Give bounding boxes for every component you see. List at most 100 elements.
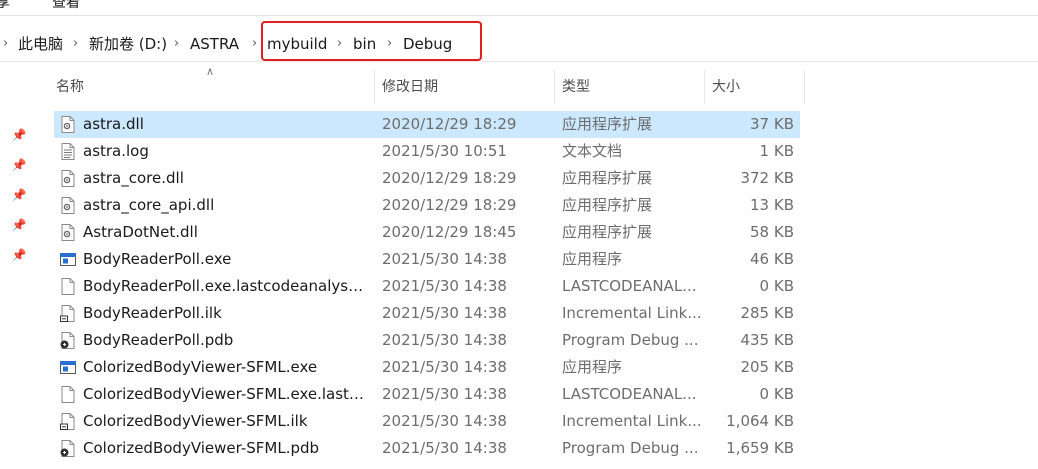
file-size: 1 KB: [759, 142, 794, 160]
dll-file-icon: [60, 116, 76, 133]
file-size: 205 KB: [740, 358, 794, 376]
file-name: ColorizedBodyViewer-SFML.exe: [83, 358, 318, 376]
file-name: BodyReaderPoll.exe.lastcodeanalysis...: [83, 277, 367, 295]
file-type: Program Debug ...: [562, 331, 699, 349]
file-modified: 2020/12/29 18:29: [382, 169, 517, 187]
file-row[interactable]: BodyReaderPoll.ilk 2021/5/30 14:38 Increme…: [54, 300, 800, 327]
pin-icon[interactable]: 📌: [10, 158, 28, 172]
blank-file-icon: [60, 386, 76, 403]
file-type: LASTCODEANAL...: [562, 385, 697, 403]
file-type: 文本文档: [562, 142, 623, 160]
file-name: BodyReaderPoll.pdb: [83, 331, 234, 349]
address-bar[interactable]: › 此电脑 › 新加卷 (D:) › ASTRA › mybuild › bin…: [0, 27, 1038, 62]
file-type: 应用程序: [562, 250, 623, 268]
file-size: 1,064 KB: [726, 412, 794, 430]
file-modified: 2021/5/30 14:38: [382, 385, 507, 403]
breadcrumb-debug[interactable]: Debug: [403, 27, 452, 61]
file-type: 应用程序扩展: [562, 223, 653, 241]
breadcrumb-drive-d[interactable]: 新加卷 (D:): [89, 27, 167, 61]
column-header-row: ∧ 名称 修改日期 类型 大小: [50, 66, 806, 104]
file-name: astra_core_api.dll: [83, 196, 215, 214]
file-modified: 2021/5/30 14:38: [382, 331, 507, 349]
breadcrumb-bin[interactable]: bin: [353, 27, 376, 61]
file-size: 0 KB: [759, 277, 794, 295]
column-divider[interactable]: [704, 70, 705, 104]
file-name: astra.dll: [83, 115, 144, 133]
ribbon-tab-share[interactable]: 享: [0, 0, 10, 12]
file-row[interactable]: BodyReaderPoll.exe 2021/5/30 14:38 应用程序 46 …: [54, 246, 800, 273]
chevron-right-icon[interactable]: ›: [252, 27, 257, 61]
file-size: 46 KB: [750, 250, 794, 268]
column-header-name[interactable]: 名称: [50, 70, 374, 104]
file-type: LASTCODEANAL...: [562, 277, 697, 295]
column-header-size[interactable]: 大小: [706, 70, 802, 104]
file-row[interactable]: ColorizedBodyViewer-SFML.ilk 2021/5/30 14…: [54, 408, 800, 435]
file-modified: 2021/5/30 14:38: [382, 277, 507, 295]
file-size: 285 KB: [740, 304, 794, 322]
file-row[interactable]: astra_core.dll 2020/12/29 18:29 应用程序扩展 372 …: [54, 165, 800, 192]
breadcrumb-mybuild[interactable]: mybuild: [267, 27, 327, 61]
file-name: ColorizedBodyViewer-SFML.exe.lastc...: [83, 385, 367, 403]
file-row[interactable]: astra.dll 2020/12/29 18:29 应用程序扩展 37 KB: [54, 111, 800, 138]
file-modified: 2020/12/29 18:29: [382, 196, 517, 214]
file-row[interactable]: AstraDotNet.dll 2020/12/29 18:45 应用程序扩展 58 …: [54, 219, 800, 246]
dll-file-icon: [60, 197, 76, 214]
ribbon-divider: [0, 15, 1038, 16]
pdb-file-icon: [60, 332, 76, 349]
file-size: 1,659 KB: [726, 439, 794, 457]
file-modified: 2021/5/30 14:38: [382, 250, 507, 268]
file-modified: 2021/5/30 14:38: [382, 358, 507, 376]
file-name: AstraDotNet.dll: [83, 223, 198, 241]
file-row[interactable]: BodyReaderPoll.exe.lastcodeanalysis... 20…: [54, 273, 800, 300]
file-type: Incremental Link...: [562, 412, 702, 430]
pin-icon[interactable]: 📌: [10, 248, 28, 262]
pin-icon[interactable]: 📌: [10, 188, 28, 202]
ribbon-tab-view[interactable]: 查看: [52, 0, 80, 12]
file-name: BodyReaderPoll.exe: [83, 250, 232, 268]
chevron-right-icon[interactable]: ›: [3, 27, 8, 61]
file-size: 372 KB: [740, 169, 794, 187]
file-name: astra_core.dll: [83, 169, 184, 187]
pin-icon[interactable]: 📌: [10, 128, 28, 142]
file-type: 应用程序: [562, 358, 623, 376]
file-row[interactable]: astra.log 2021/5/30 10:51 文本文档 1 KB: [54, 138, 800, 165]
file-modified: 2020/12/29 18:45: [382, 223, 517, 241]
chevron-right-icon[interactable]: ›: [174, 27, 179, 61]
chevron-right-icon[interactable]: ›: [73, 27, 78, 61]
ilk-file-icon: [60, 305, 76, 322]
file-name: ColorizedBodyViewer-SFML.pdb: [83, 439, 320, 457]
file-modified: 2021/5/30 14:38: [382, 304, 507, 322]
ilk-file-icon: [60, 413, 76, 430]
file-name: astra.log: [83, 142, 149, 160]
breadcrumb-astra[interactable]: ASTRA: [190, 27, 239, 61]
file-modified: 2021/5/30 14:38: [382, 412, 507, 430]
file-row[interactable]: BodyReaderPoll.pdb 2021/5/30 14:38 Program…: [54, 327, 800, 354]
file-name: ColorizedBodyViewer-SFML.ilk: [83, 412, 308, 430]
column-divider[interactable]: [804, 70, 805, 104]
file-row[interactable]: ColorizedBodyViewer-SFML.exe 2021/5/30 14…: [54, 354, 800, 381]
file-row[interactable]: ColorizedBodyViewer-SFML.exe.lastc... 202…: [54, 381, 800, 408]
blank-file-icon: [60, 278, 76, 295]
column-divider[interactable]: [554, 70, 555, 104]
file-type: 应用程序扩展: [562, 115, 653, 133]
breadcrumb-this-pc[interactable]: 此电脑: [18, 27, 63, 61]
file-name: BodyReaderPoll.ilk: [83, 304, 222, 322]
file-size: 37 KB: [750, 115, 794, 133]
column-header-type[interactable]: 类型: [556, 70, 704, 104]
file-size: 13 KB: [750, 196, 794, 214]
column-header-modified[interactable]: 修改日期: [376, 70, 554, 104]
file-row[interactable]: ColorizedBodyViewer-SFML.pdb 2021/5/30 14…: [54, 435, 800, 462]
file-row[interactable]: astra_core_api.dll 2020/12/29 18:29 应用程序扩展…: [54, 192, 800, 219]
file-type: Program Debug ...: [562, 439, 699, 457]
ribbon-tab-strip: 享 查看: [0, 0, 1038, 14]
pin-icon[interactable]: 📌: [10, 218, 28, 232]
chevron-right-icon[interactable]: ›: [387, 27, 392, 61]
chevron-right-icon[interactable]: ›: [337, 27, 342, 61]
column-divider[interactable]: [374, 70, 375, 104]
file-type: 应用程序扩展: [562, 196, 653, 214]
file-modified: 2020/12/29 18:29: [382, 115, 517, 133]
exe-file-icon: [60, 359, 76, 376]
file-type: 应用程序扩展: [562, 169, 653, 187]
file-type: Incremental Link...: [562, 304, 702, 322]
text-file-icon: [60, 143, 76, 160]
